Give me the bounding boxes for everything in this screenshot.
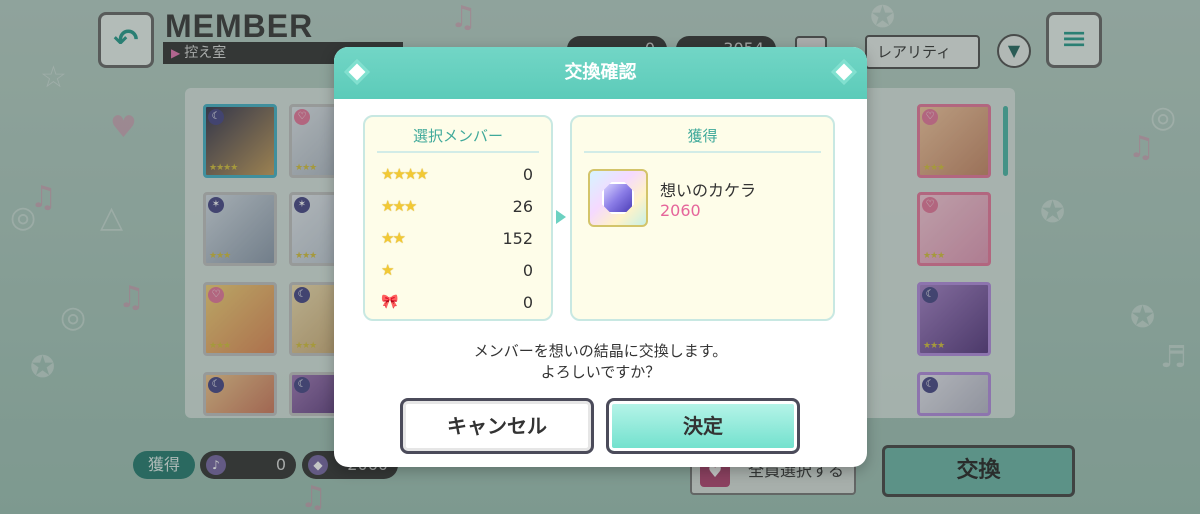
rarity-count: 26 [512,196,533,216]
gain-item-value: 2060 [660,201,701,220]
gain-title: 獲得 [584,117,821,153]
dialog-header: 交換確認 [334,47,867,99]
memory-fragment-icon [588,169,648,227]
crystal-icon [602,182,634,214]
ribbon-icon: 🎀 [381,294,399,310]
one-star-icon: ★ [381,261,395,279]
gain-item-name: 想いのカケラ [660,181,757,200]
rarity-row-4star: ★★★★ 0 [381,163,533,185]
rarity-row-2star: ★★ 152 [381,227,533,249]
rarity-row-1star: ★ 0 [381,259,533,281]
rarity-count: 0 [522,260,533,280]
exchange-confirm-dialog: 交換確認 選択メンバー ★★★★ 0 ★★★ 26 ★★ 152 ★ 0 🎀 0… [334,47,867,467]
three-star-icon: ★★★ [381,197,417,215]
selected-members-panel: 選択メンバー ★★★★ 0 ★★★ 26 ★★ 152 ★ 0 🎀 0 [363,115,553,321]
selected-members-title: 選択メンバー [377,117,539,153]
diamond-icon [831,59,857,85]
diamond-icon [344,59,370,85]
four-star-icon: ★★★★ [381,165,429,183]
rarity-row-birthday: 🎀 0 [381,291,533,313]
gain-panel: 獲得 想いのカケラ 2060 [570,115,835,321]
message-line-2: よろしいですか？ [540,363,661,381]
two-star-icon: ★★ [381,229,406,247]
rarity-row-3star: ★★★ 26 [381,195,533,217]
arrow-right-icon [556,210,566,224]
confirm-message: メンバーを想いの結晶に交換します。 よろしいですか？ [334,341,867,383]
rarity-count: 0 [522,164,533,184]
confirm-button[interactable]: 決定 [606,398,800,454]
dialog-title: 交換確認 [564,62,637,83]
rarity-count: 152 [502,228,533,248]
rarity-count: 0 [522,292,533,312]
cancel-button[interactable]: キャンセル [400,398,594,454]
message-line-1: メンバーを想いの結晶に交換します。 [473,342,728,360]
